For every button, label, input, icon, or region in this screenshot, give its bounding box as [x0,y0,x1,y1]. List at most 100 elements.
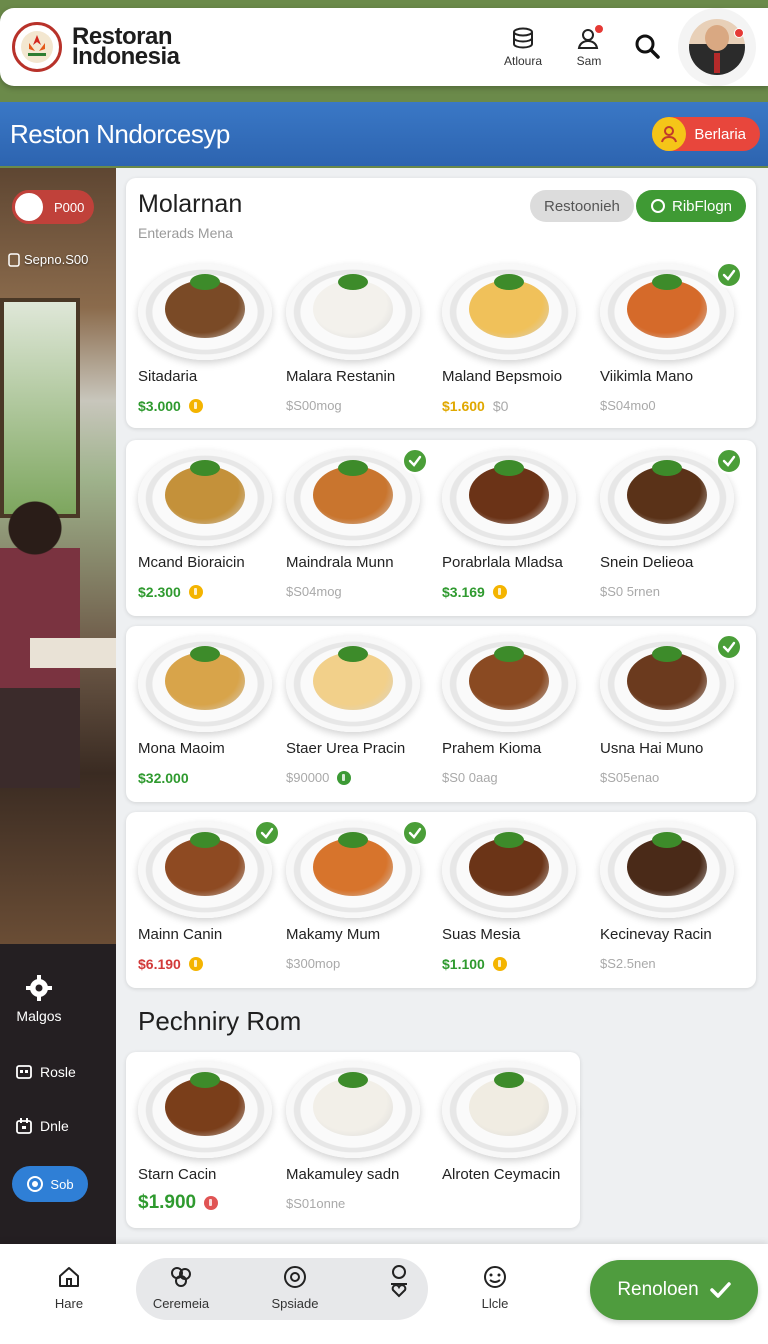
selected-check-icon[interactable] [402,448,428,474]
nav-home[interactable]: Hare [24,1264,114,1311]
dish-card[interactable]: Viikimla Mano $S04mo0 [600,262,750,413]
restaurant-logo[interactable] [12,22,62,72]
header-button-database[interactable]: Atloura [490,26,556,68]
dish-price: $2.300 [138,584,203,600]
dish-card[interactable]: Kecinevay Racin $S2.5nen [600,822,750,971]
dish-price: $1.900 [138,1192,219,1214]
cookie-icon [171,1267,191,1287]
dish-card[interactable]: Makamy Mum $300mop [286,820,436,971]
header-button-database-label: Atloura [503,54,543,68]
banner-profile-button[interactable]: Berlaria [652,117,760,151]
garnish [652,274,682,290]
dish-photo [442,264,576,360]
dish-price: $6.190 [138,956,203,972]
dish-card[interactable]: Snein Delieoa $S0 5rnen [600,448,750,599]
dish-price-value: $1.900 [138,1192,197,1213]
nav-profile[interactable] [354,1264,444,1304]
user-avatar-button[interactable] [678,8,756,86]
dish-card[interactable]: Starn Cacin $1.900 [138,1062,288,1213]
coin-icon [188,399,203,413]
dish-card[interactable]: Maindrala Munn $S04mog [286,448,436,599]
calendar-icon [16,1118,32,1134]
garnish [652,460,682,476]
dish-card[interactable]: Maland Bepsmoio $1.600 $0 [442,264,592,414]
dish-card[interactable]: Malara Restanin $S00mog [286,264,436,413]
nav-llcle[interactable]: Llcle [450,1264,540,1311]
smile-icon [484,1266,506,1288]
garnish [338,832,368,848]
dish-photo [600,448,742,546]
dish-name: Kecinevay Racin [600,926,712,943]
sidebar-item-settings[interactable]: Malgos [16,974,62,1024]
coin-icon [492,585,507,599]
bottom-nav: Hare Ceremeia Spsiade Llcle Renoloen [0,1244,768,1344]
dish-photo [442,1062,576,1158]
filter-chip-restaurant[interactable]: Restoonieh [530,190,634,222]
notification-dot [594,24,604,34]
dish-price-extra: $0 [492,398,509,414]
coin-icon [188,585,203,599]
garnish [190,646,220,662]
dish-price-value: $32.000 [138,770,189,786]
dish-photo [286,448,428,546]
dish-card[interactable]: Mainn Canin $6.190 [138,820,288,972]
selected-check-icon[interactable] [716,262,742,288]
garnish [494,646,524,662]
search-button[interactable] [622,32,672,62]
dish-price-value: $S2.5nen [600,956,656,971]
location-logo-icon [12,190,46,224]
filter-chip-restaurant-label: Restoonieh [544,197,620,215]
sidebar-pill-button[interactable]: Sob [12,1166,88,1202]
profile-icon [652,117,687,151]
avatar-status-dot [734,28,744,38]
dish-card[interactable]: Mona Maoim $32.000 [138,636,288,786]
dish-name: Maindrala Munn [286,554,394,571]
dish-card[interactable]: Porabrlala Mladsa $3.169 [442,450,592,600]
main-content: Molarnan Enterads Mena Restoonieh RibFlo… [116,168,768,1244]
dish-card[interactable]: Sitadaria $3.000 [138,264,288,414]
dish-price-value: $300mop [286,956,341,971]
home-icon [59,1267,79,1287]
dish-card[interactable]: Suas Mesia $1.100 [442,822,592,972]
dish-name: Viikimla Mano [600,368,694,385]
dish-price: $S05enao [600,770,659,785]
selected-check-icon[interactable] [716,448,742,474]
dish-name: Usna Hai Muno [600,740,704,757]
filter-chip-active[interactable]: RibFlogn [636,190,747,222]
nav-ceremeia[interactable]: Ceremeia [136,1264,226,1311]
dish-price-value: $90000 [286,770,330,785]
dish-card[interactable]: Mcand Bioraicin $2.300 [138,450,288,600]
dish-card[interactable]: Makamuley sadn $S01onne [286,1062,436,1211]
sidebar-item-rosle-label: Rosle [40,1064,76,1080]
checkout-button[interactable]: Renoloen [590,1260,758,1320]
dish-price: $3.000 [138,398,203,414]
garnish [190,1072,220,1088]
dish-price: $300mop [286,956,340,971]
location-tag[interactable]: P000 [12,190,95,224]
dish-card[interactable]: Alroten Ceymacin [442,1062,592,1183]
grid-icon [16,1065,32,1079]
garnish [190,274,220,290]
document-icon [8,252,20,267]
dish-name: Mainn Canin [138,926,223,943]
garnish [652,646,682,662]
dish-card[interactable]: Staer Urea Pracin $90000 [286,636,436,785]
selected-check-icon[interactable] [716,634,742,660]
dish-card[interactable]: Usna Hai Muno $S05enao [600,634,750,785]
dish-price: $S04mog [286,584,342,599]
sidebar-item-dnle[interactable]: Dnle [16,1118,69,1134]
target-icon [284,1266,306,1288]
selected-check-icon[interactable] [254,820,280,846]
dish-name: Makamuley sadn [286,1166,400,1183]
location-sub-label: Sepno.S00 [24,252,89,267]
selected-check-icon[interactable] [402,820,428,846]
dish-card[interactable]: Prahem Kioma $S0 0aag [442,636,592,785]
coin-icon [188,957,203,971]
garnish [190,460,220,476]
dish-price-value: $1.600 [442,398,485,414]
nav-spsiade[interactable]: Spsiade [250,1264,340,1311]
header-button-user[interactable]: Sam [556,24,622,68]
sidebar-item-rosle[interactable]: Rosle [16,1064,76,1080]
dish-photo [286,820,428,918]
garnish [338,1072,368,1088]
